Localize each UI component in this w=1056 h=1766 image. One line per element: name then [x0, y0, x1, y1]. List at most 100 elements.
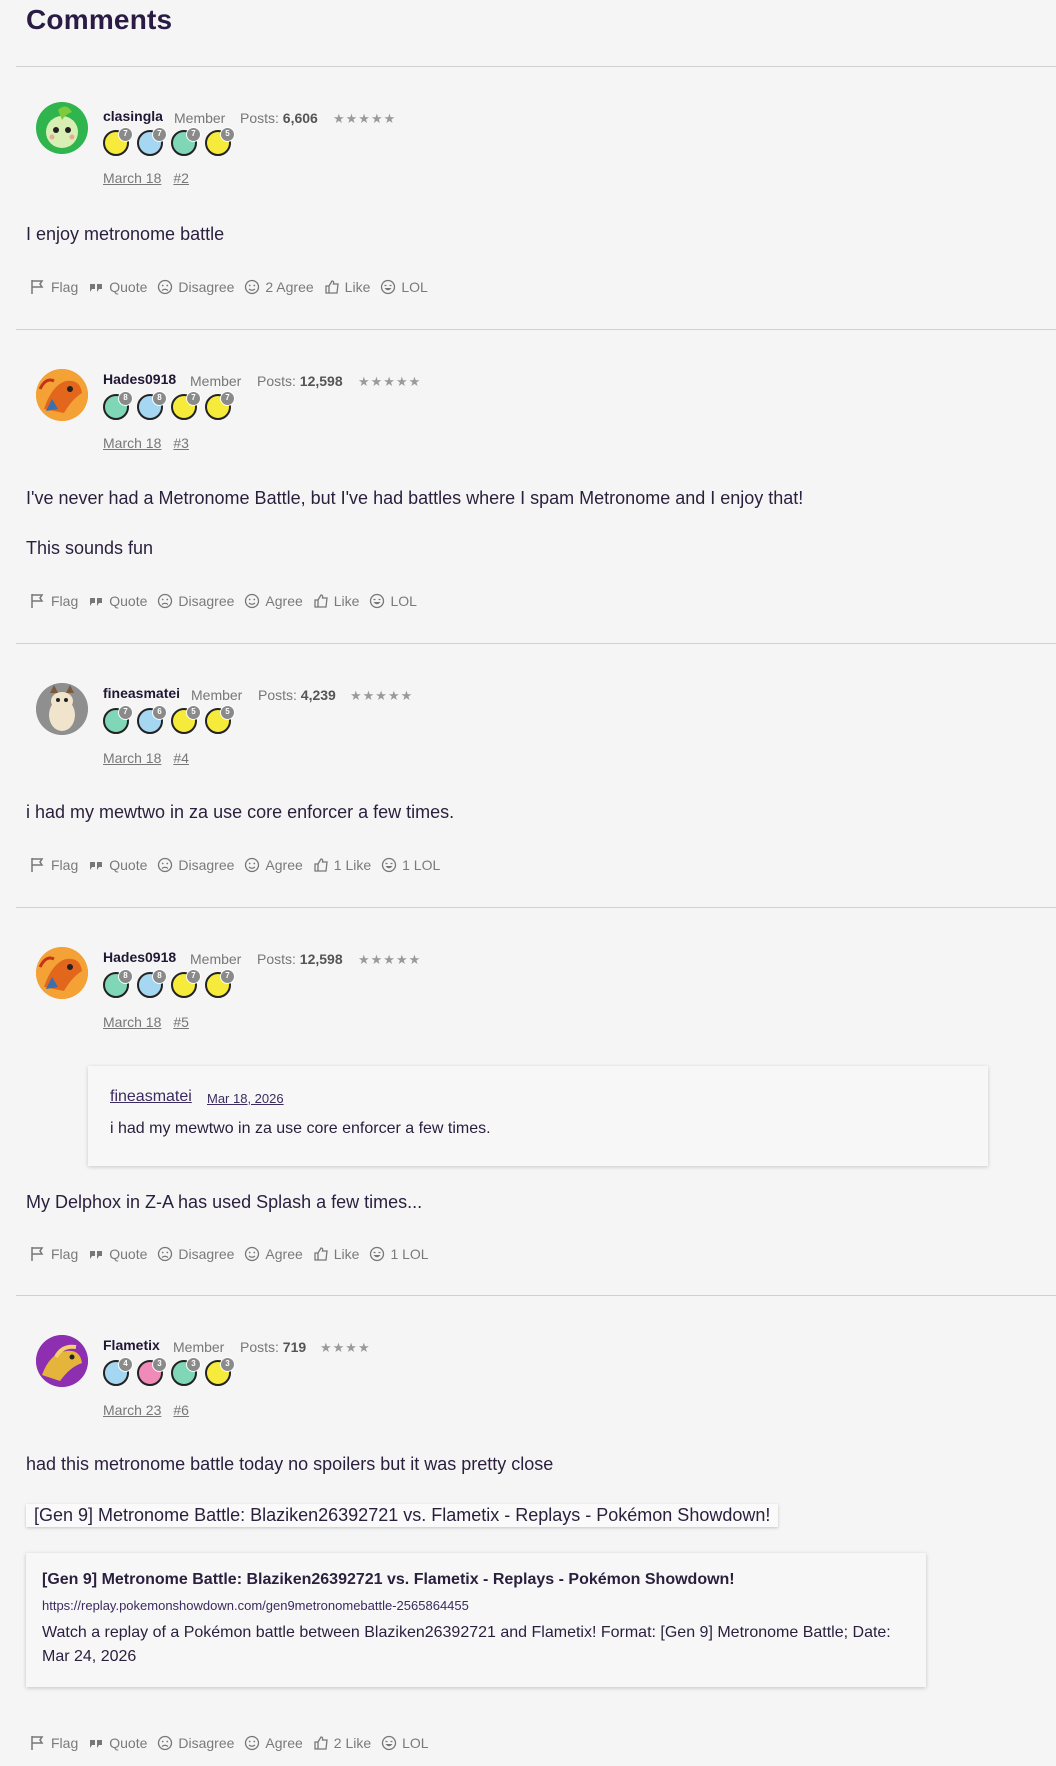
- wink-badge-icon[interactable]: 5: [171, 705, 201, 734]
- avatar[interactable]: [36, 102, 88, 154]
- lol-button[interactable]: LOL: [381, 1735, 429, 1751]
- badge-level: 5: [186, 705, 201, 720]
- badge-level: 3: [220, 1357, 235, 1372]
- card-url[interactable]: https://replay.pokemonshowdown.com/gen9m…: [42, 1598, 469, 1613]
- card-title[interactable]: [Gen 9] Metronome Battle: Blaziken263927…: [42, 1571, 735, 1589]
- thumbs-up-badge-icon[interactable]: 8: [103, 391, 133, 420]
- disagree-button[interactable]: Disagree: [157, 1735, 234, 1751]
- username[interactable]: clasingla: [103, 108, 163, 124]
- username[interactable]: Hades0918: [103, 949, 176, 965]
- quote-author-link[interactable]: fineasmatei: [110, 1088, 192, 1106]
- wink-badge-icon[interactable]: 3: [205, 1357, 235, 1386]
- like-button[interactable]: 1 Like: [313, 857, 371, 873]
- like-button[interactable]: Like: [313, 593, 360, 609]
- agree-button[interactable]: Agree: [244, 857, 303, 873]
- agree-button[interactable]: Agree: [244, 593, 303, 609]
- lol-label: 1 LOL: [402, 857, 441, 873]
- wink-badge-icon[interactable]: 7: [171, 969, 201, 998]
- disagree-button[interactable]: Disagree: [157, 593, 234, 609]
- laugh-icon: [370, 593, 385, 609]
- frown-icon: [158, 593, 173, 609]
- post-date-link[interactable]: March 23: [103, 1402, 161, 1418]
- like-button[interactable]: Like: [324, 279, 371, 295]
- speech-badge-icon[interactable]: 8: [137, 969, 167, 998]
- post-date-link[interactable]: March 18: [103, 1014, 161, 1030]
- badge-level: 7: [186, 969, 201, 984]
- cake-badge-icon[interactable]: 3: [137, 1357, 167, 1386]
- user-role: Member: [173, 1339, 225, 1355]
- post-number-link[interactable]: #3: [173, 435, 189, 451]
- post-meta: March 23 #6: [103, 1402, 201, 1418]
- flag-button[interactable]: Flag: [30, 593, 78, 609]
- username[interactable]: Hades0918: [103, 371, 176, 387]
- replay-link[interactable]: [Gen 9] Metronome Battle: Blaziken263927…: [26, 1504, 779, 1527]
- flag-icon: [31, 280, 44, 294]
- username[interactable]: fineasmatei: [103, 685, 180, 701]
- agree-button[interactable]: Agree: [244, 1735, 303, 1751]
- like-button[interactable]: Like: [313, 1246, 359, 1262]
- smile-icon: [245, 1735, 260, 1751]
- lol-button[interactable]: LOL: [369, 593, 417, 609]
- agree-button[interactable]: Agree: [244, 1246, 303, 1262]
- like-label: Like: [333, 593, 360, 609]
- thumbs-up-badge-icon[interactable]: 7: [103, 705, 133, 734]
- avatar[interactable]: [36, 947, 88, 999]
- disagree-label: Disagree: [178, 279, 235, 295]
- rating-stars: ★★★★★: [350, 688, 414, 703]
- separator: [16, 643, 1056, 644]
- flag-button[interactable]: Flag: [30, 1246, 78, 1262]
- avatar[interactable]: [36, 1335, 88, 1387]
- disagree-button[interactable]: Disagree: [157, 279, 234, 295]
- lol-button[interactable]: 1 LOL: [381, 857, 440, 873]
- quote-button[interactable]: Quote: [88, 1246, 147, 1262]
- link-preview-card[interactable]: [Gen 9] Metronome Battle: Blaziken263927…: [26, 1553, 926, 1687]
- wink-badge-icon[interactable]: 7: [171, 391, 201, 420]
- quote-icon: [90, 862, 103, 870]
- agree-button[interactable]: 2 Agree: [244, 279, 314, 295]
- post-number-link[interactable]: #6: [173, 1402, 189, 1418]
- quote-button[interactable]: Quote: [88, 279, 147, 295]
- speech-badge-icon[interactable]: 7: [137, 127, 167, 156]
- like-label: 1 Like: [333, 857, 372, 873]
- lol-button[interactable]: LOL: [380, 279, 428, 295]
- like-label: Like: [344, 279, 371, 295]
- trophy-badge-icon[interactable]: 7: [205, 391, 235, 420]
- like-button[interactable]: 2 Like: [313, 1735, 371, 1751]
- avatar[interactable]: [36, 683, 88, 735]
- post-count-label: Posts:: [240, 110, 279, 126]
- flag-button[interactable]: Flag: [30, 857, 78, 873]
- disagree-button[interactable]: Disagree: [157, 1246, 234, 1262]
- disagree-button[interactable]: Disagree: [157, 857, 234, 873]
- quote-date-link[interactable]: Mar 18, 2026: [207, 1091, 284, 1106]
- speech-badge-icon[interactable]: 6: [137, 705, 167, 734]
- badge-level: 7: [186, 391, 201, 406]
- thumbs-up-badge-icon[interactable]: 8: [103, 969, 133, 998]
- post-number-link[interactable]: #4: [173, 750, 189, 766]
- post-date-link[interactable]: March 18: [103, 170, 161, 186]
- lol-label: 1 LOL: [390, 1246, 429, 1262]
- quote-button[interactable]: Quote: [88, 857, 147, 873]
- quote-button[interactable]: Quote: [88, 593, 147, 609]
- post-date-link[interactable]: March 18: [103, 750, 161, 766]
- flag-label: Flag: [51, 857, 79, 873]
- thumbs-up-badge-icon[interactable]: 3: [171, 1357, 201, 1386]
- lol-button[interactable]: 1 LOL: [369, 1246, 429, 1262]
- post-number-link[interactable]: #5: [173, 1014, 189, 1030]
- flag-button[interactable]: Flag: [30, 279, 78, 295]
- thumbs-up-badge-icon[interactable]: 7: [171, 127, 201, 156]
- badge-level: 7: [220, 391, 235, 406]
- trophy-badge-icon[interactable]: 7: [103, 127, 133, 156]
- wink-badge-icon[interactable]: 5: [205, 127, 235, 156]
- speech-badge-icon[interactable]: 8: [137, 391, 167, 420]
- avatar[interactable]: [36, 369, 88, 421]
- username[interactable]: Flametix: [103, 1337, 160, 1353]
- post-date-link[interactable]: March 18: [103, 435, 161, 451]
- flag-button[interactable]: Flag: [30, 1735, 78, 1751]
- post-number-link[interactable]: #2: [173, 170, 189, 186]
- post-text: This sounds fun: [26, 538, 154, 558]
- quote-button[interactable]: Quote: [88, 1735, 147, 1751]
- trophy-badge-icon[interactable]: 5: [205, 705, 235, 734]
- speech-badge-icon[interactable]: 4: [103, 1357, 133, 1386]
- trophy-badge-icon[interactable]: 7: [205, 969, 235, 998]
- post-actions: Flag Quote Disagree Agree Like LOL: [30, 593, 417, 609]
